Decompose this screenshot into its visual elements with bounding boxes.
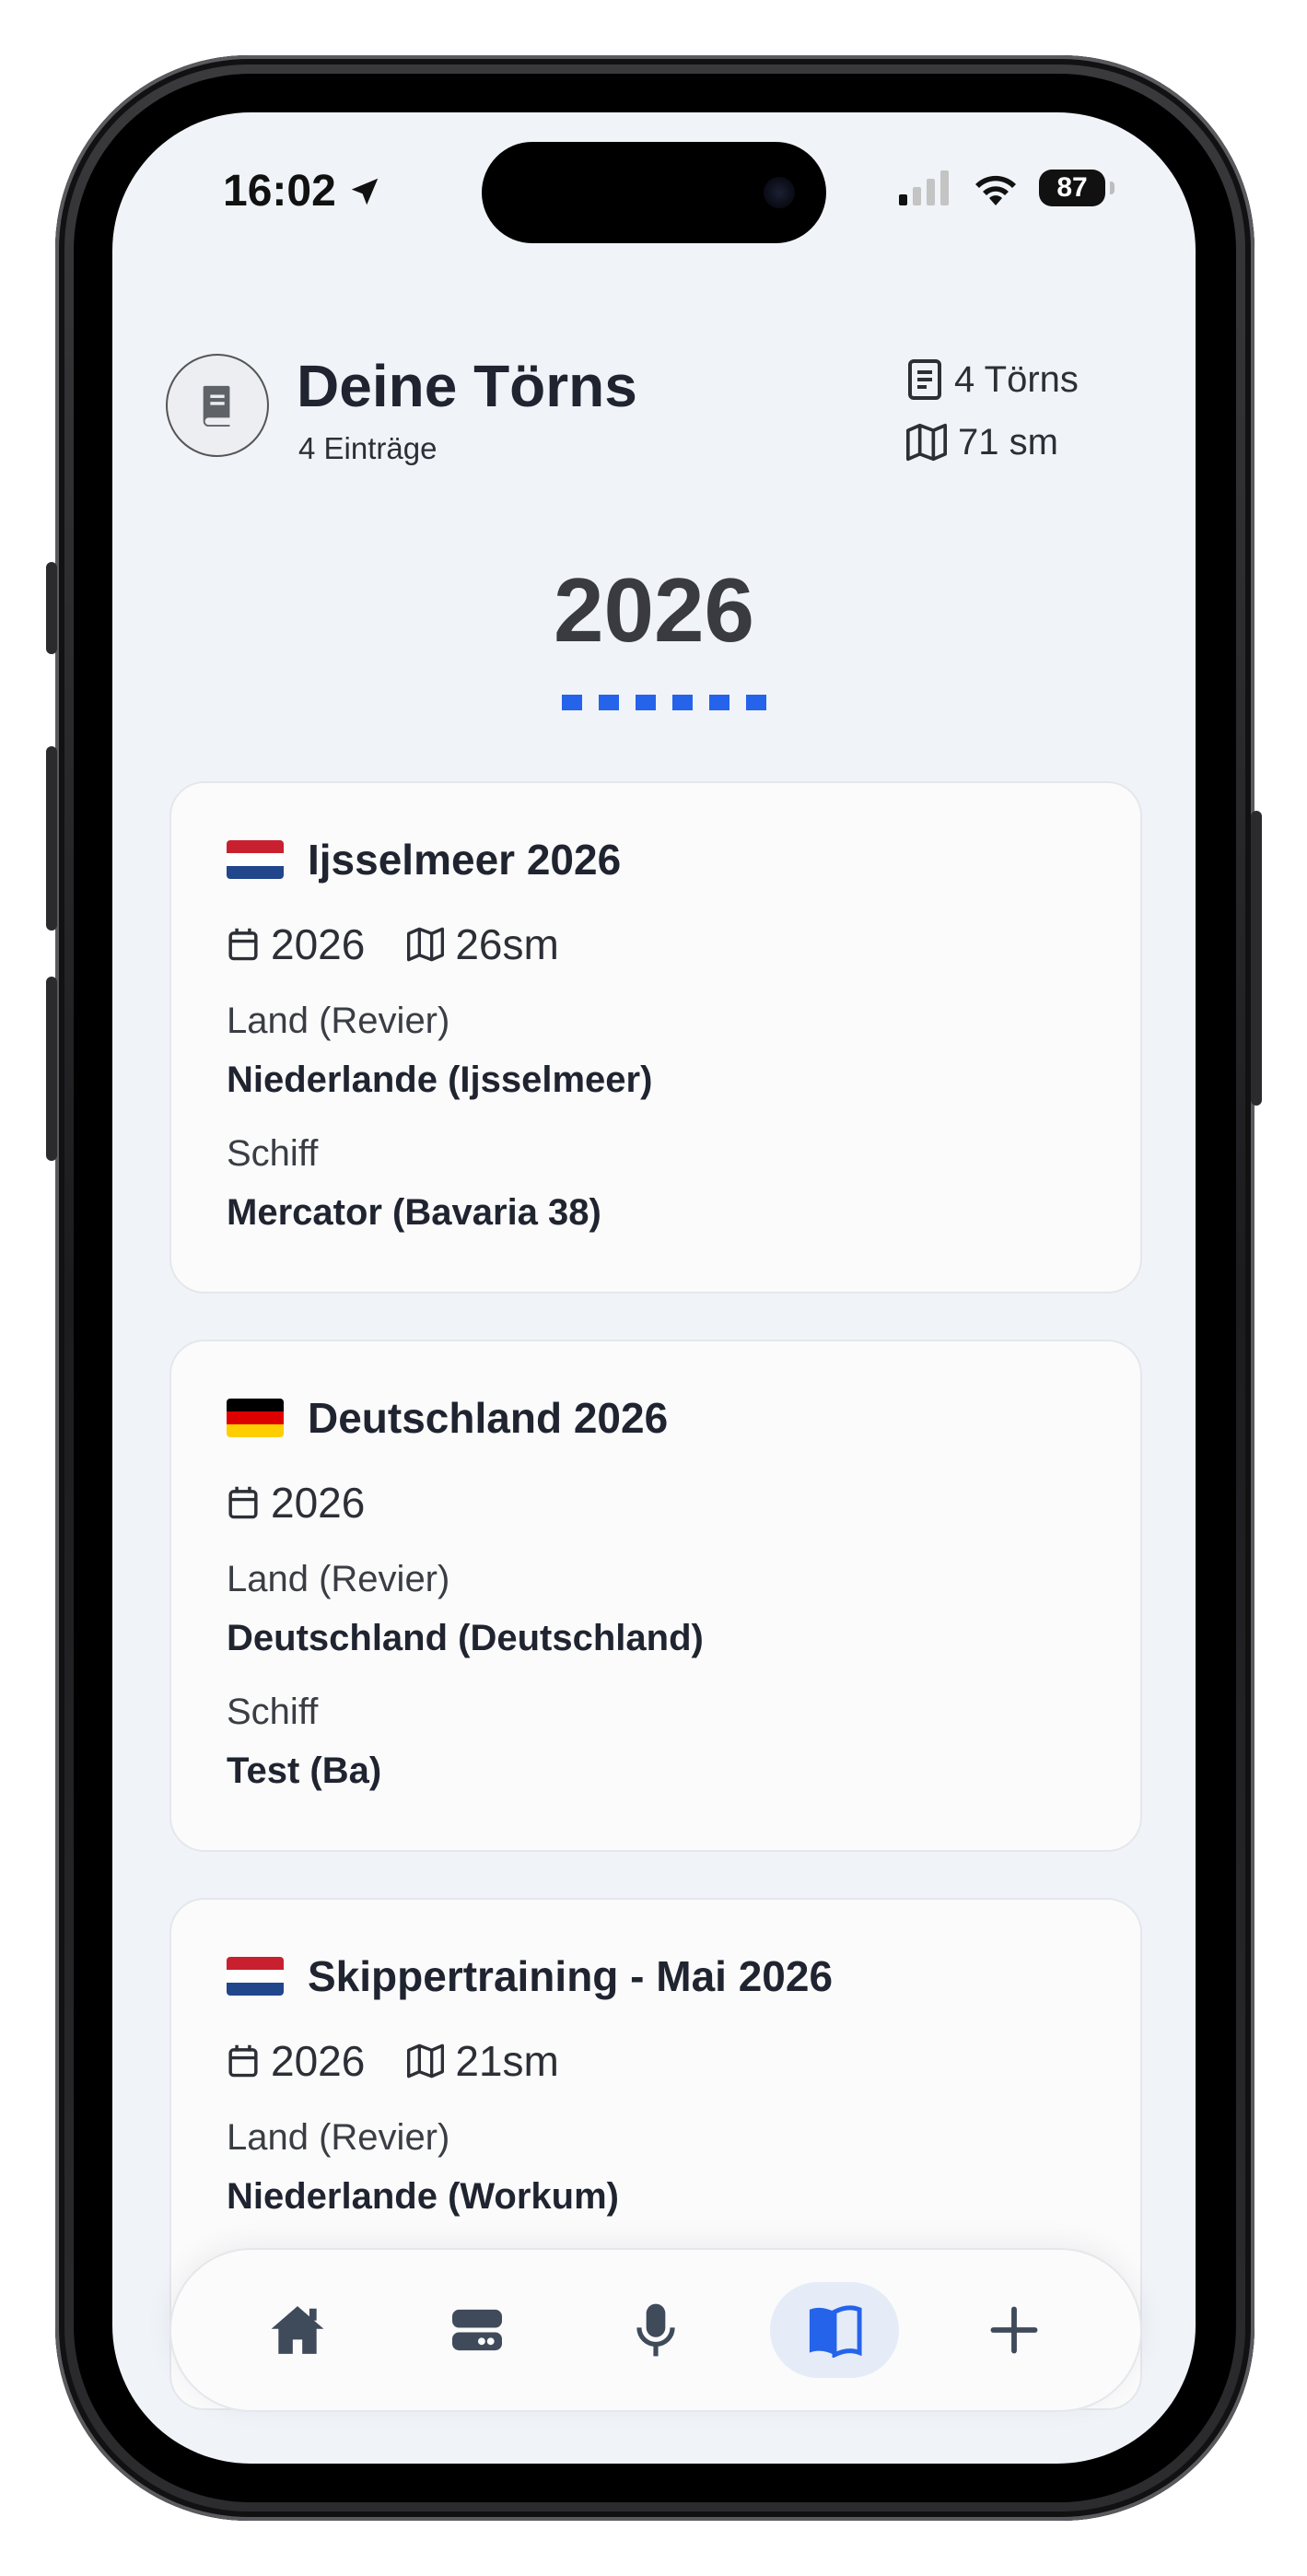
time-text: 16:02	[223, 167, 336, 216]
country-label: Land (Revier)	[227, 1559, 450, 1599]
stat-trips-text: 4 Törns	[954, 358, 1079, 400]
trip-meta: 2026	[227, 1478, 407, 1528]
dashboard-icon	[451, 2309, 502, 2351]
trip-distance: 21sm	[455, 2037, 559, 2085]
year-heading: 2026	[553, 559, 754, 661]
trip-distance: 26sm	[455, 920, 559, 968]
bottom-navigation	[169, 2248, 1142, 2412]
trip-title: Ijsselmeer 2026	[227, 835, 621, 884]
trip-year: 2026	[271, 2037, 366, 2085]
calendar-icon	[228, 2044, 258, 2078]
country-value: Niederlande (Workum)	[227, 2176, 619, 2217]
nav-home[interactable]	[233, 2282, 362, 2378]
country-label: Land (Revier)	[227, 2117, 450, 2158]
nav-add[interactable]	[950, 2282, 1079, 2378]
stat-distance: 71 sm	[906, 411, 1079, 474]
germany-flag-icon	[227, 1399, 284, 1437]
wifi-icon	[975, 175, 1016, 205]
country-value: Deutschland (Deutschland)	[227, 1618, 704, 1658]
calendar-icon	[228, 928, 258, 961]
volume-up-button	[46, 746, 57, 931]
map-icon	[407, 927, 445, 962]
home-icon	[271, 2306, 324, 2354]
nav-voice[interactable]	[591, 2282, 720, 2378]
map-icon	[407, 2043, 445, 2078]
add-icon	[990, 2306, 1038, 2354]
trip-title-text: Ijsselmeer 2026	[308, 836, 622, 884]
status-time: 16:02	[223, 166, 382, 217]
action-button	[46, 562, 57, 654]
calendar-icon	[228, 1486, 258, 1519]
cellular-signal-icon	[899, 170, 949, 205]
book-icon	[203, 385, 230, 427]
netherlands-flag-icon	[227, 1957, 284, 1996]
logbook-icon	[810, 2305, 862, 2358]
trip-title: Deutschland 2026	[227, 1393, 668, 1443]
dynamic-island	[482, 142, 826, 243]
ship-label: Schiff	[227, 1692, 319, 1732]
stat-distance-text: 71 sm	[958, 421, 1058, 463]
status-indicators: 87	[899, 170, 1114, 206]
ship-label: Schiff	[227, 1133, 319, 1174]
netherlands-flag-icon	[227, 840, 284, 879]
volume-down-button	[46, 977, 57, 1161]
nav-dashboard[interactable]	[413, 2282, 542, 2378]
trip-title: Skippertraining - Mai 2026	[227, 1951, 833, 2001]
microphone-icon	[636, 2303, 675, 2357]
app-screen: 16:02 87 Deine Törns 4 Einträge 4 Törns …	[112, 112, 1196, 2464]
trip-meta: 2026 26sm	[227, 919, 601, 969]
document-icon	[908, 359, 941, 400]
trip-title-text: Skippertraining - Mai 2026	[308, 1952, 834, 2000]
page-title: Deine Törns	[297, 353, 637, 419]
entry-count: 4 Einträge	[298, 431, 438, 465]
ship-value: Test (Ba)	[227, 1751, 382, 1791]
stat-trips: 4 Törns	[906, 348, 1079, 411]
ship-value: Mercator (Bavaria 38)	[227, 1192, 601, 1233]
country-label: Land (Revier)	[227, 1001, 450, 1041]
book-avatar[interactable]	[166, 354, 269, 457]
trip-meta: 2026 21sm	[227, 2036, 601, 2086]
year-underline	[562, 695, 766, 710]
battery-level: 87	[1056, 172, 1088, 203]
nav-logbook[interactable]	[770, 2282, 900, 2378]
trip-card[interactable]: Deutschland 2026 2026 Land (Revier) Deut…	[169, 1340, 1142, 1852]
location-arrow-icon	[351, 178, 379, 205]
country-value: Niederlande (Ijsselmeer)	[227, 1060, 653, 1100]
trip-year: 2026	[271, 920, 366, 968]
header-stats: 4 Törns 71 sm	[906, 348, 1079, 474]
camera-icon	[764, 177, 795, 208]
trip-title-text: Deutschland 2026	[308, 1394, 669, 1442]
map-icon	[906, 423, 947, 462]
battery-indicator: 87	[1039, 170, 1114, 206]
power-button	[1251, 811, 1262, 1106]
trip-card[interactable]: Ijsselmeer 2026 2026 26sm Land (Revier) …	[169, 781, 1142, 1294]
trip-year: 2026	[271, 1479, 366, 1527]
